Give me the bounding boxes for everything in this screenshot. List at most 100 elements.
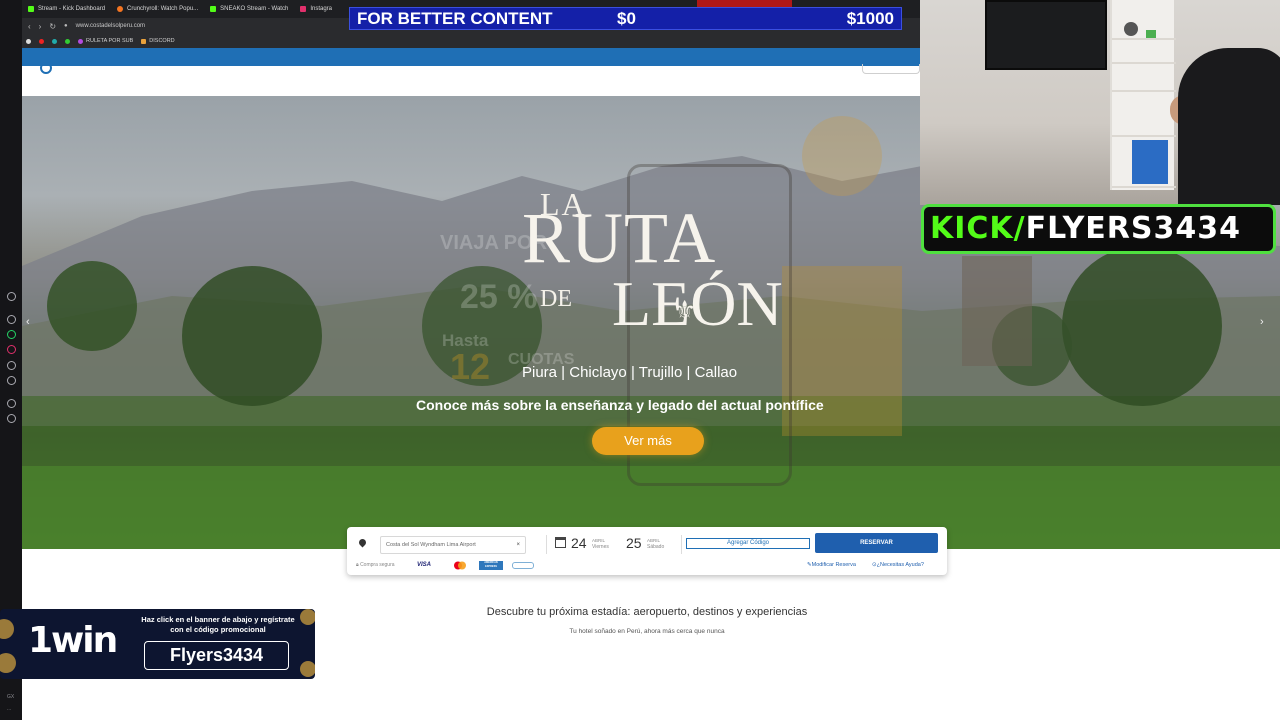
visa-logo: VISA: [417, 562, 432, 568]
checkout-day[interactable]: 25: [626, 535, 642, 551]
promo-instructions: Haz click en el banner de abajo y regíst…: [141, 615, 295, 634]
main-content-right: [920, 549, 1280, 720]
bookmark-green-icon[interactable]: [65, 38, 70, 44]
bookmark-label: RULETA POR SUB: [86, 38, 134, 44]
donation-goal-banner: FOR BETTER CONTENT $0 $1000: [349, 7, 902, 30]
forward-icon[interactable]: ›: [39, 22, 42, 31]
divider: [681, 535, 682, 554]
chatgpt-icon[interactable]: [7, 315, 16, 324]
reserve-button[interactable]: RESERVAR: [815, 533, 938, 553]
kick-icon: [28, 6, 34, 12]
amex-logo: AMERICAN EXPRESS: [479, 561, 503, 570]
wall-tv: [985, 0, 1107, 70]
site-header: ​: [22, 62, 920, 96]
back-icon[interactable]: ‹: [28, 22, 31, 31]
coin-icon: [0, 619, 14, 639]
rail-more-label[interactable]: ...: [7, 706, 11, 712]
banner-current-amount: $0: [617, 8, 636, 28]
hero-title-ruta: RUTA: [522, 198, 717, 278]
promo-code-box: Flyers3434: [144, 641, 289, 670]
tab-sneako-stream[interactable]: SNEAKO Stream - Watch: [204, 0, 294, 18]
hero-cities: Piura | Chiclayo | Trujillo | Callao: [522, 364, 738, 381]
gaming-chair: [1178, 48, 1280, 205]
site-top-bar: [22, 48, 920, 66]
ver-mas-button[interactable]: Ver más: [592, 427, 704, 455]
shelf-unit: [1110, 0, 1176, 190]
tiktok-icon[interactable]: [7, 361, 16, 370]
banner-left-text: FOR BETTER CONTENT: [357, 8, 553, 28]
tab-label: Stream - Kick Dashboard: [38, 6, 106, 12]
bookmark-ruleta[interactable]: RULETA POR SUB: [78, 38, 133, 44]
bookmark-cloud-icon[interactable]: [26, 38, 31, 44]
checkout-month: ABRIL: [647, 538, 661, 543]
add-code-button[interactable]: Agregar Código: [686, 538, 810, 549]
checkout-weekday: Sábado: [647, 544, 665, 550]
stream-screen: GX ... Stream - Kick Dashboard Crunchyro…: [0, 0, 1280, 720]
onewin-logo: 1win: [28, 620, 118, 661]
onewin-promo-banner[interactable]: 1win Haz click en el banner de abajo y r…: [0, 609, 315, 679]
calendar-icon[interactable]: [555, 537, 566, 548]
section-subtitle: Tu hotel soñado en Perú, ahora más cerca…: [569, 628, 725, 635]
crunchyroll-icon: [117, 6, 124, 12]
clock-icon[interactable]: [7, 399, 16, 408]
coin-icon: [300, 609, 315, 625]
overlay-red-strip: [697, 0, 792, 7]
settings-icon[interactable]: [7, 414, 16, 423]
checkin-day[interactable]: 24: [571, 535, 587, 551]
rail-gx-label: GX: [7, 694, 15, 700]
coin-icon: [0, 653, 16, 673]
hero-subtitle: Conoce más sobre la enseñanza y legado d…: [416, 397, 824, 413]
carousel-next-icon[interactable]: ›: [1260, 316, 1264, 328]
tab-kick-dashboard[interactable]: Stream - Kick Dashboard: [22, 0, 111, 18]
bookmarks-bar: RULETA POR SUB DISCORD: [22, 34, 920, 48]
clear-icon[interactable]: ×: [516, 537, 520, 553]
kick-handle-overlay: KICK/FLYERS3434: [921, 204, 1276, 254]
puzzle-icon: [78, 38, 83, 44]
kick-prefix: KICK/: [930, 211, 1026, 246]
booking-widget: Costa del Sol Wyndham Lima Airport × 24 …: [347, 527, 947, 575]
kick-handle: FLYERS3434: [1025, 211, 1241, 246]
diners-logo-icon: [512, 562, 534, 569]
mastercard-logo-icon: [453, 561, 467, 570]
history-icon[interactable]: [7, 292, 16, 301]
tab-label: SNEAKO Stream - Watch: [220, 6, 289, 12]
header-menu-button[interactable]: [862, 64, 920, 74]
folder-icon: [141, 38, 147, 44]
secure-purchase: 🔒︎ Compra segura: [356, 562, 395, 568]
section-title: Descubre tu próxima estadía: aeropuerto,…: [486, 606, 808, 618]
tab-label: Instagra: [310, 6, 332, 12]
hotel-value: Costa del Sol Wyndham Lima Airport: [386, 542, 476, 548]
coin-icon: [300, 661, 315, 677]
bookmark-label: DISCORD: [149, 38, 175, 44]
bookmark-youtube-icon[interactable]: [39, 38, 44, 44]
whatsapp-icon[interactable]: [7, 330, 16, 339]
tab-instagram[interactable]: Instagra: [294, 0, 338, 18]
help-link[interactable]: ⊙¿Necesitas Ayuda?: [872, 562, 924, 568]
tab-crunchyroll[interactable]: Crunchyroll: Watch Popu...: [111, 0, 204, 18]
hero-title-leon: LEÓN: [612, 268, 783, 339]
tab-label: Crunchyroll: Watch Popu...: [127, 6, 199, 12]
checkin-weekday: Viernes: [592, 544, 609, 550]
promo-ghost-pct: 25 %: [460, 278, 538, 316]
lock-icon: 🔒︎: [356, 562, 359, 568]
webcam-feed: [920, 0, 1280, 205]
x-icon[interactable]: [7, 376, 16, 385]
costa-del-sol-logo-icon[interactable]: [40, 62, 52, 74]
bookmark-chatgpt-icon[interactable]: [52, 38, 57, 44]
hotel-select-field[interactable]: Costa del Sol Wyndham Lima Airport ×: [380, 536, 526, 554]
modify-reservation-link[interactable]: ✎Modificar Reserva: [807, 562, 856, 568]
instagram-icon[interactable]: [7, 345, 16, 354]
fleur-de-lis-icon: ⚜: [673, 295, 697, 325]
bookmark-discord[interactable]: DISCORD: [141, 38, 175, 44]
promo-ghost-12: 12: [450, 346, 491, 387]
modify-label: Modificar Reserva: [811, 562, 856, 568]
banner-goal-amount: $1000: [846, 8, 894, 28]
instagram-icon: [300, 6, 307, 12]
location-pin-icon: [357, 537, 368, 548]
carousel-prev-icon[interactable]: ‹: [26, 316, 30, 328]
url-field[interactable]: www.costadelsolperu.com: [76, 23, 145, 29]
reload-icon[interactable]: ↻: [49, 22, 56, 31]
booking-footer: 🔒︎ Compra segura VISA AMERICAN EXPRESS ✎…: [347, 560, 947, 575]
divider: [546, 535, 547, 554]
hero-title-de: DE: [540, 286, 572, 312]
